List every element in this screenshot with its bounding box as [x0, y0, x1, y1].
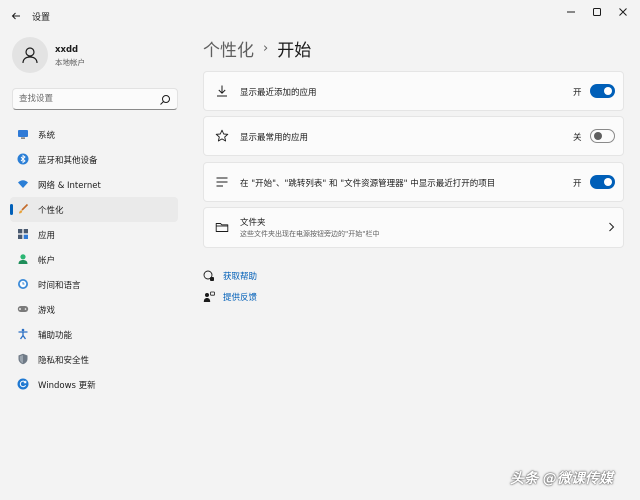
sidebar-item-label: 系统 — [38, 131, 56, 141]
update-icon — [17, 378, 29, 390]
wifi-icon — [17, 178, 29, 190]
help-chat-icon — [203, 270, 215, 282]
setting-most-used-apps: 显示最常用的应用 关 — [203, 116, 624, 156]
avatar[interactable] — [12, 37, 48, 73]
sidebar-item-privacy[interactable]: 隐私和安全性 — [10, 347, 178, 372]
sidebar-item-time-language[interactable]: 时间和语言 — [10, 272, 178, 297]
search-input[interactable] — [19, 92, 159, 106]
setting-label: 在 "开始"、"跳转列表" 和 "文件资源管理器" 中显示最近打开的项目 — [240, 179, 496, 189]
window-title: 设置 — [32, 13, 51, 23]
give-feedback-label[interactable]: 提供反馈 — [223, 291, 257, 303]
minimize-button[interactable] — [558, 3, 584, 21]
time-language-icon — [17, 278, 29, 290]
toggle-knob — [604, 87, 612, 95]
minimize-icon — [567, 11, 575, 13]
page-title: 开始 — [277, 41, 312, 61]
feedback-icon — [203, 291, 215, 303]
folders-subtitle: 这些文件夹出现在电源按钮旁边的"开始"栏中 — [240, 230, 380, 238]
breadcrumb-separator: › — [263, 41, 269, 56]
close-icon — [619, 8, 627, 16]
sidebar-item-label: 游戏 — [38, 306, 56, 316]
get-help-label[interactable]: 获取帮助 — [223, 270, 257, 282]
sidebar-item-label: 蓝牙和其他设备 — [38, 156, 98, 166]
sidebar-item-label: 网络 & Internet — [38, 181, 101, 191]
user-name: xxdd — [55, 45, 79, 55]
folder-icon — [214, 219, 230, 235]
recently-opened-items-toggle[interactable] — [590, 175, 615, 189]
sidebar-item-label: 应用 — [38, 231, 56, 241]
setting-label: 显示最常用的应用 — [240, 133, 309, 143]
title-bar: 设置 — [0, 0, 640, 32]
sidebar-item-label: 时间和语言 — [38, 281, 81, 291]
sidebar-nav: 系统 蓝牙和其他设备 网络 & Internet 个性化 应用 帐户 时间和语言… — [10, 122, 178, 397]
account-icon — [17, 253, 29, 265]
setting-label: 显示最近添加的应用 — [240, 88, 317, 98]
brush-icon — [17, 203, 29, 215]
breadcrumb: 个性化 › 开始 — [203, 36, 311, 61]
maximize-button[interactable] — [584, 3, 610, 21]
give-feedback-link[interactable]: 提供反馈 — [203, 290, 257, 304]
back-button[interactable] — [6, 6, 26, 26]
person-icon — [22, 47, 38, 64]
accessibility-icon — [17, 328, 29, 340]
toggle-state-label: 开 — [573, 88, 582, 98]
star-icon — [214, 128, 230, 144]
sidebar-item-label: 隐私和安全性 — [38, 356, 90, 366]
watermark: 头条 @微课传媒 — [510, 471, 613, 487]
chevron-right-icon — [609, 222, 615, 232]
toggle-knob — [594, 132, 602, 140]
toggle-state-label: 关 — [573, 133, 582, 143]
sidebar-item-personalization[interactable]: 个性化 — [10, 197, 178, 222]
sidebar-item-accounts[interactable]: 帐户 — [10, 247, 178, 272]
sidebar-item-label: 辅助功能 — [38, 331, 73, 341]
search-box[interactable] — [12, 88, 178, 110]
shield-icon — [17, 353, 29, 365]
sidebar-item-gaming[interactable]: 游戏 — [10, 297, 178, 322]
user-account-type: 本地帐户 — [55, 58, 85, 67]
sidebar-item-apps[interactable]: 应用 — [10, 222, 178, 247]
sidebar-item-network[interactable]: 网络 & Internet — [10, 172, 178, 197]
toggle-knob — [604, 178, 612, 186]
sidebar-item-accessibility[interactable]: 辅助功能 — [10, 322, 178, 347]
maximize-icon — [593, 8, 601, 16]
system-icon — [17, 128, 29, 140]
setting-recently-opened-items: 在 "开始"、"跳转列表" 和 "文件资源管理器" 中显示最近打开的项目 开 — [203, 162, 624, 202]
bluetooth-icon — [17, 153, 29, 165]
folders-title: 文件夹 — [240, 218, 266, 228]
sidebar-item-windows-update[interactable]: Windows 更新 — [10, 372, 178, 397]
download-icon — [214, 83, 230, 99]
back-arrow-icon — [11, 12, 20, 20]
sidebar-item-label: Windows 更新 — [38, 381, 96, 391]
folders-card[interactable]: 文件夹 这些文件夹出现在电源按钮旁边的"开始"栏中 — [203, 207, 624, 248]
sidebar-item-label: 帐户 — [38, 256, 56, 266]
breadcrumb-parent[interactable]: 个性化 — [203, 36, 254, 61]
gaming-icon — [17, 303, 29, 315]
apps-icon — [17, 228, 29, 240]
recently-added-apps-toggle[interactable] — [590, 84, 615, 98]
sidebar-item-bluetooth[interactable]: 蓝牙和其他设备 — [10, 147, 178, 172]
setting-recently-added-apps: 显示最近添加的应用 开 — [203, 71, 624, 111]
get-help-link[interactable]: 获取帮助 — [203, 269, 257, 283]
close-button[interactable] — [610, 3, 636, 21]
sidebar-item-label: 个性化 — [38, 206, 64, 216]
search-icon[interactable] — [159, 94, 171, 106]
sidebar-item-system[interactable]: 系统 — [10, 122, 178, 147]
most-used-apps-toggle[interactable] — [590, 129, 615, 143]
toggle-state-label: 开 — [573, 179, 582, 189]
list-icon — [214, 174, 230, 190]
